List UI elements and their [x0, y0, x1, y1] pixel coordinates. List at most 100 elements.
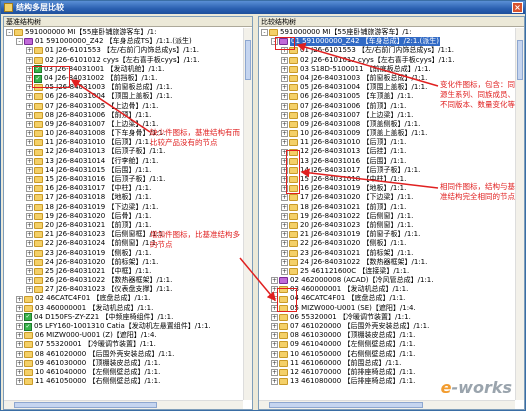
expand-toggle-icon[interactable]: +: [281, 212, 288, 220]
expand-toggle-icon[interactable]: +: [271, 323, 278, 331]
expand-toggle-icon[interactable]: +: [26, 102, 33, 110]
tree-node[interactable]: +01 J26-6101553 【左/右前门内饰总成ys】/1:1.: [259, 46, 515, 55]
tree-node[interactable]: +09 461030000 【顶棚装皮总成】/1:1.: [4, 359, 243, 368]
tree-node[interactable]: +19 J26-84031022 【后侧窗】/1:1.: [259, 212, 515, 221]
expand-toggle-icon[interactable]: +: [271, 359, 278, 367]
expand-toggle-icon[interactable]: +: [281, 139, 288, 147]
tree-node[interactable]: +12 J26-84031013 【后顶子板】/1:1.: [4, 147, 243, 156]
close-button[interactable]: ×: [512, 2, 523, 13]
tree-node[interactable]: +06 MIZW000-U001 (Z)【遮阳】/1:4.: [4, 331, 243, 340]
tree-node[interactable]: - 01 591000000_Z42 【车身总成TS】/1:1.(派生): [4, 37, 243, 46]
tree-node[interactable]: -01 591000000_Z42 【车身总成】/2:1.(派生): [259, 37, 515, 47]
tree-node[interactable]: +02 462000008 (ACAD)【冷风管总成】/1:1.: [259, 276, 515, 285]
expand-toggle-icon[interactable]: +: [26, 47, 33, 55]
expand-toggle-icon[interactable]: +: [16, 369, 23, 377]
tree-node[interactable]: +08 J26-84031006 【前顶】/1:1.: [4, 111, 243, 120]
expand-toggle-icon[interactable]: +: [281, 56, 288, 64]
expand-toggle-icon[interactable]: +: [281, 267, 288, 275]
tree-node[interactable]: +04 46CATC4F01 【底盘总成】/1:1.: [259, 294, 515, 303]
expand-toggle-icon[interactable]: +: [26, 111, 33, 119]
expand-toggle-icon[interactable]: +: [26, 148, 33, 156]
baseline-horizontal-scrollbar[interactable]: [4, 400, 243, 409]
tree-node[interactable]: +01 J26-6101553 【左/右前门内饰总成ys】/1:1.: [4, 46, 243, 55]
tree-node[interactable]: +10 461040000 【左侧侧壁总成】/1:1.: [4, 368, 243, 377]
expand-toggle-icon[interactable]: +: [16, 359, 23, 367]
tree-node[interactable]: +09 461040000 【左侧侧壁总成】/1:1.: [259, 340, 515, 349]
expand-toggle-icon[interactable]: +: [281, 84, 288, 92]
expand-toggle-icon[interactable]: +: [271, 277, 278, 285]
tree-node[interactable]: + ✓ 04 D150FS-ZY-Z21 【中频座椅组件】/1:1.: [4, 313, 243, 322]
expand-toggle-icon[interactable]: +: [271, 313, 278, 321]
expand-toggle-icon[interactable]: +: [281, 111, 288, 119]
tree-node[interactable]: +07 55320001 【冷暖调节装置】/1:1.: [4, 340, 243, 349]
tree-node[interactable]: +08 461020000 【后围外壳安装总成】/1:1.: [4, 350, 243, 359]
expand-toggle-icon[interactable]: +: [16, 304, 23, 312]
expand-toggle-icon[interactable]: +: [16, 350, 23, 358]
tree-node[interactable]: +03 460000001 【发动机总成】/1:1.: [4, 304, 243, 313]
expand-toggle-icon[interactable]: +: [281, 249, 288, 257]
tree-node[interactable]: +11 461050000 【右侧侧壁总成】/1:1.: [4, 377, 243, 386]
expand-toggle-icon[interactable]: +: [26, 277, 33, 285]
expand-toggle-icon[interactable]: +: [271, 350, 278, 358]
expand-toggle-icon[interactable]: +: [26, 130, 33, 138]
tree-node[interactable]: +25 461121600C 【连接梁】/1:1.: [259, 267, 515, 276]
expand-toggle-icon[interactable]: +: [26, 120, 33, 128]
expand-toggle-icon[interactable]: +: [281, 203, 288, 211]
tree-node[interactable]: +25 J26-84031021 【中框】/1:1.: [4, 267, 243, 276]
tree-node[interactable]: - 591000000 MI【55座卧铺旅游客车】/1:: [4, 28, 243, 37]
expand-toggle-icon[interactable]: +: [16, 332, 23, 340]
tree-node[interactable]: +21 J26-84031019 【前窗子板】/1:1.: [259, 230, 515, 239]
collapse-toggle-icon[interactable]: -: [6, 29, 13, 37]
tree-node[interactable]: +16 J26-84031017 【中柱】/1:1.: [4, 184, 243, 193]
expand-toggle-icon[interactable]: +: [281, 222, 288, 230]
expand-toggle-icon[interactable]: +: [281, 120, 288, 128]
tree-node[interactable]: +11 461060000 【前围总成】/1:1.: [259, 359, 515, 368]
tree-node[interactable]: + ✓ 05 LFY160-1001310 Catia【发动机左悬置组件】/1:1.: [4, 322, 243, 331]
expand-toggle-icon[interactable]: +: [281, 130, 288, 138]
expand-toggle-icon[interactable]: +: [26, 267, 33, 275]
expand-toggle-icon[interactable]: +: [26, 139, 33, 147]
compare-horizontal-scrollbar[interactable]: [259, 400, 515, 409]
tree-node[interactable]: +13 J26-84031014 【行李舱】/1:1.: [4, 157, 243, 166]
tree-node[interactable]: +07 461020000 【后围外壳安装总成】/1:1.: [259, 322, 515, 331]
tree-node[interactable]: +10 461050000 【右侧侧壁总成】/1:1.: [259, 350, 515, 359]
expand-toggle-icon[interactable]: +: [26, 231, 33, 239]
expand-toggle-icon[interactable]: +: [16, 323, 23, 331]
expand-toggle-icon[interactable]: +: [16, 378, 23, 386]
tree-node[interactable]: +26 J26-84031022 【数热器框架】/1:1.: [4, 276, 243, 285]
tree-node[interactable]: +06 55320001 【冷暖调节装置】/1:1.: [259, 313, 515, 322]
tree-node[interactable]: +18 J26-84031019 【下边梁】/1:1.: [4, 203, 243, 212]
expand-toggle-icon[interactable]: +: [26, 240, 33, 248]
tree-node[interactable]: +22 J26-84031020 【侧板】/1:1.: [259, 239, 515, 248]
tree-node[interactable]: +17 J26-84031018 【地板】/1:1.: [4, 193, 243, 202]
expand-toggle-icon[interactable]: +: [281, 258, 288, 266]
tree-node[interactable]: +02 J26-6101012 cyys【左右喜手板cyys】/1:1.: [259, 56, 515, 65]
tree-node[interactable]: +19 J26-84031020 【后骨】/1:1.: [4, 212, 243, 221]
tree-node[interactable]: +06 J26-84031004 【顶围上盖板】/1:1.: [4, 92, 243, 101]
tree-node[interactable]: - 591000000 MI【55座卧铺旅游客车】/1:: [259, 28, 515, 37]
expand-toggle-icon[interactable]: +: [281, 102, 288, 110]
tree-node[interactable]: +12 461070000 【前排座椅总成】/1:1.: [259, 368, 515, 377]
tree-node[interactable]: +07 J26-84031005 【上边骨】/1:1.: [4, 102, 243, 111]
tree-node[interactable]: +10 J26-84031009 【顶盖上盖板】/1:1.: [259, 129, 515, 138]
scroll-thumb[interactable]: [269, 402, 423, 408]
tree-node[interactable]: +09 J26-84031008 【顶盖侧板】/1:1.: [259, 120, 515, 129]
expand-toggle-icon[interactable]: +: [271, 332, 278, 340]
expand-toggle-icon[interactable]: +: [26, 222, 33, 230]
expand-toggle-icon[interactable]: +: [16, 313, 23, 321]
tree-node[interactable]: +24 J26-84031020 【前标架】/1:1.: [4, 258, 243, 267]
title-bar[interactable]: 结构多层比较 ×: [1, 1, 525, 14]
tree-node[interactable]: +24 J26-84031022 【数热器框架】/1:1.: [259, 258, 515, 267]
expand-toggle-icon[interactable]: +: [26, 185, 33, 193]
tree-node[interactable]: +02 46CATC4F01 【底盘总成】/1:1.: [4, 294, 243, 303]
tree-node[interactable]: +20 J26-84031021 【前顶】/1:1.: [4, 221, 243, 230]
tree-node[interactable]: +14 J26-84031015 【后围】/1:1.: [4, 166, 243, 175]
compare-vertical-scrollbar[interactable]: [515, 28, 524, 400]
expand-toggle-icon[interactable]: +: [281, 65, 288, 73]
scroll-thumb[interactable]: [517, 40, 523, 80]
expand-toggle-icon[interactable]: +: [26, 157, 33, 165]
tree-node[interactable]: +18 J26-84031021 【前顶】/1:1.: [259, 203, 515, 212]
expand-toggle-icon[interactable]: +: [16, 295, 23, 303]
expand-toggle-icon[interactable]: +: [26, 212, 33, 220]
expand-toggle-icon[interactable]: +: [271, 369, 278, 377]
